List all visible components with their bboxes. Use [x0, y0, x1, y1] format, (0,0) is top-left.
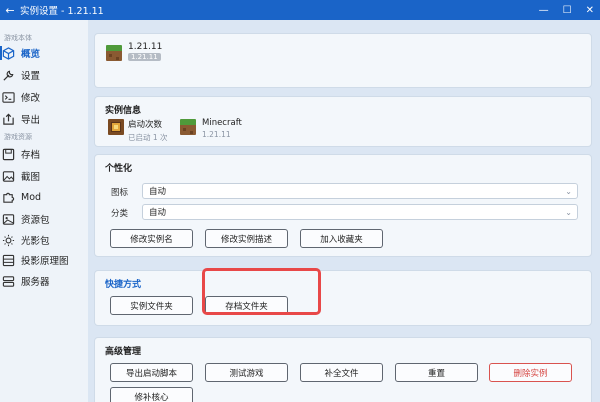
instance-name: 1.21.11 [128, 42, 163, 52]
edit-description-button[interactable]: 修改实例描述 [205, 229, 288, 248]
shortcuts-card: 快捷方式 实例文件夹 存档文件夹 [94, 270, 592, 326]
category-select[interactable]: 自动 ⌄ [142, 204, 578, 220]
sidebar-item-label: 服务器 [21, 277, 50, 288]
rename-instance-button[interactable]: 修改实例名 [110, 229, 193, 248]
icon-select[interactable]: 自动 ⌄ [142, 183, 578, 199]
sidebar-item-saves[interactable]: 存档 [0, 144, 88, 164]
sidebar-section-resources: 游戏资源 [4, 133, 32, 141]
sidebar-item-label: 光影包 [21, 236, 50, 247]
sidebar-item-label: 存档 [21, 150, 41, 161]
launch-count-label: 启动次数 [128, 120, 163, 130]
image-icon [1, 169, 16, 184]
game-version: 1.21.11 [202, 130, 231, 139]
sidebar-item-resourcepacks[interactable]: 资源包 [0, 209, 88, 229]
icon-field-label: 图标 [111, 188, 129, 198]
sidebar-item-label: 导出 [21, 115, 41, 126]
highlight-annotation [202, 268, 321, 315]
complete-files-button[interactable]: 补全文件 [300, 363, 383, 382]
version-badge: 1.21.11 [128, 53, 161, 61]
delete-instance-button[interactable]: 删除实例 [489, 363, 572, 382]
game-name: Minecraft [202, 118, 242, 128]
sidebar-section-game: 游戏本体 [4, 34, 32, 42]
section-title-shortcuts: 快捷方式 [105, 280, 142, 290]
export-launch-script-button[interactable]: 导出启动脚本 [110, 363, 193, 382]
picture-icon [1, 212, 16, 227]
grass-block-icon [180, 119, 196, 135]
back-arrow-icon[interactable]: ← [0, 4, 20, 17]
sidebar-item-label: 资源包 [21, 215, 50, 226]
sidebar-item-modify[interactable]: 修改 [0, 87, 88, 107]
sidebar-item-label: Mod [21, 191, 42, 203]
export-icon [1, 112, 16, 127]
sidebar: 游戏本体 概览 设置 修改 导出 游戏资源 存档 截图 Mod 资源包 光影包 … [0, 20, 88, 402]
sidebar-item-schematics[interactable]: 投影原理图 [0, 250, 88, 270]
sidebar-item-label: 概览 [21, 49, 41, 60]
maximize-icon[interactable]: ☐ [563, 5, 572, 16]
icon-select-value: 自动 [149, 187, 167, 197]
layers-icon [1, 253, 16, 268]
sidebar-item-settings[interactable]: 设置 [0, 65, 88, 85]
title-bar: ← 实例设置 - 1.21.11 — ☐ ✕ [0, 0, 600, 20]
category-select-value: 自动 [149, 208, 167, 218]
cube-icon [1, 46, 16, 61]
chevron-down-icon: ⌄ [565, 187, 572, 196]
personalize-card: 个性化 图标 自动 ⌄ 分类 自动 ⌄ 修改实例名 修改实例描述 加入收藏夹 [94, 154, 592, 257]
sun-icon [1, 233, 16, 248]
add-to-favorites-button[interactable]: 加入收藏夹 [300, 229, 383, 248]
advanced-card: 高级管理 导出启动脚本 测试游戏 补全文件 重置 删除实例 修补核心 [94, 337, 592, 402]
wrench-icon [1, 68, 16, 83]
category-field-label: 分类 [111, 209, 129, 219]
save-icon [1, 147, 16, 162]
section-title-info: 实例信息 [105, 106, 142, 116]
sidebar-item-label: 修改 [21, 93, 41, 104]
terminal-icon [1, 90, 16, 105]
minimize-icon[interactable]: — [539, 5, 549, 16]
launch-count-value: 已启动 1 次 [128, 133, 168, 142]
section-title-personalize: 个性化 [105, 164, 133, 174]
sidebar-item-mod[interactable]: Mod [0, 187, 88, 207]
server-icon [1, 274, 16, 289]
instance-folder-button[interactable]: 实例文件夹 [110, 296, 193, 315]
section-title-advanced: 高级管理 [105, 347, 142, 357]
grass-block-icon [106, 45, 122, 61]
main-content: 1.21.11 1.21.11 实例信息 启动次数 已启动 1 次 Minecr… [88, 20, 600, 402]
puzzle-icon [1, 190, 16, 205]
sidebar-item-label: 截图 [21, 172, 41, 183]
sidebar-item-shaderpacks[interactable]: 光影包 [0, 230, 88, 250]
test-game-button[interactable]: 测试游戏 [205, 363, 288, 382]
sidebar-item-overview[interactable]: 概览 [0, 43, 88, 63]
redstone-lamp-icon [108, 119, 124, 135]
sidebar-item-label: 投影原理图 [21, 256, 69, 267]
window-title: 实例设置 - 1.21.11 [20, 6, 104, 17]
sidebar-item-servers[interactable]: 服务器 [0, 271, 88, 291]
sidebar-item-export[interactable]: 导出 [0, 109, 88, 129]
sidebar-item-label: 设置 [21, 71, 41, 82]
instance-info-card: 实例信息 启动次数 已启动 1 次 Minecraft 1.21.11 [94, 96, 592, 147]
reset-button[interactable]: 重置 [395, 363, 478, 382]
chevron-down-icon: ⌄ [565, 208, 572, 217]
repair-core-button[interactable]: 修补核心 [110, 387, 193, 402]
sidebar-item-screenshots[interactable]: 截图 [0, 166, 88, 186]
instance-header-card: 1.21.11 1.21.11 [94, 33, 592, 88]
close-icon[interactable]: ✕ [586, 5, 594, 16]
